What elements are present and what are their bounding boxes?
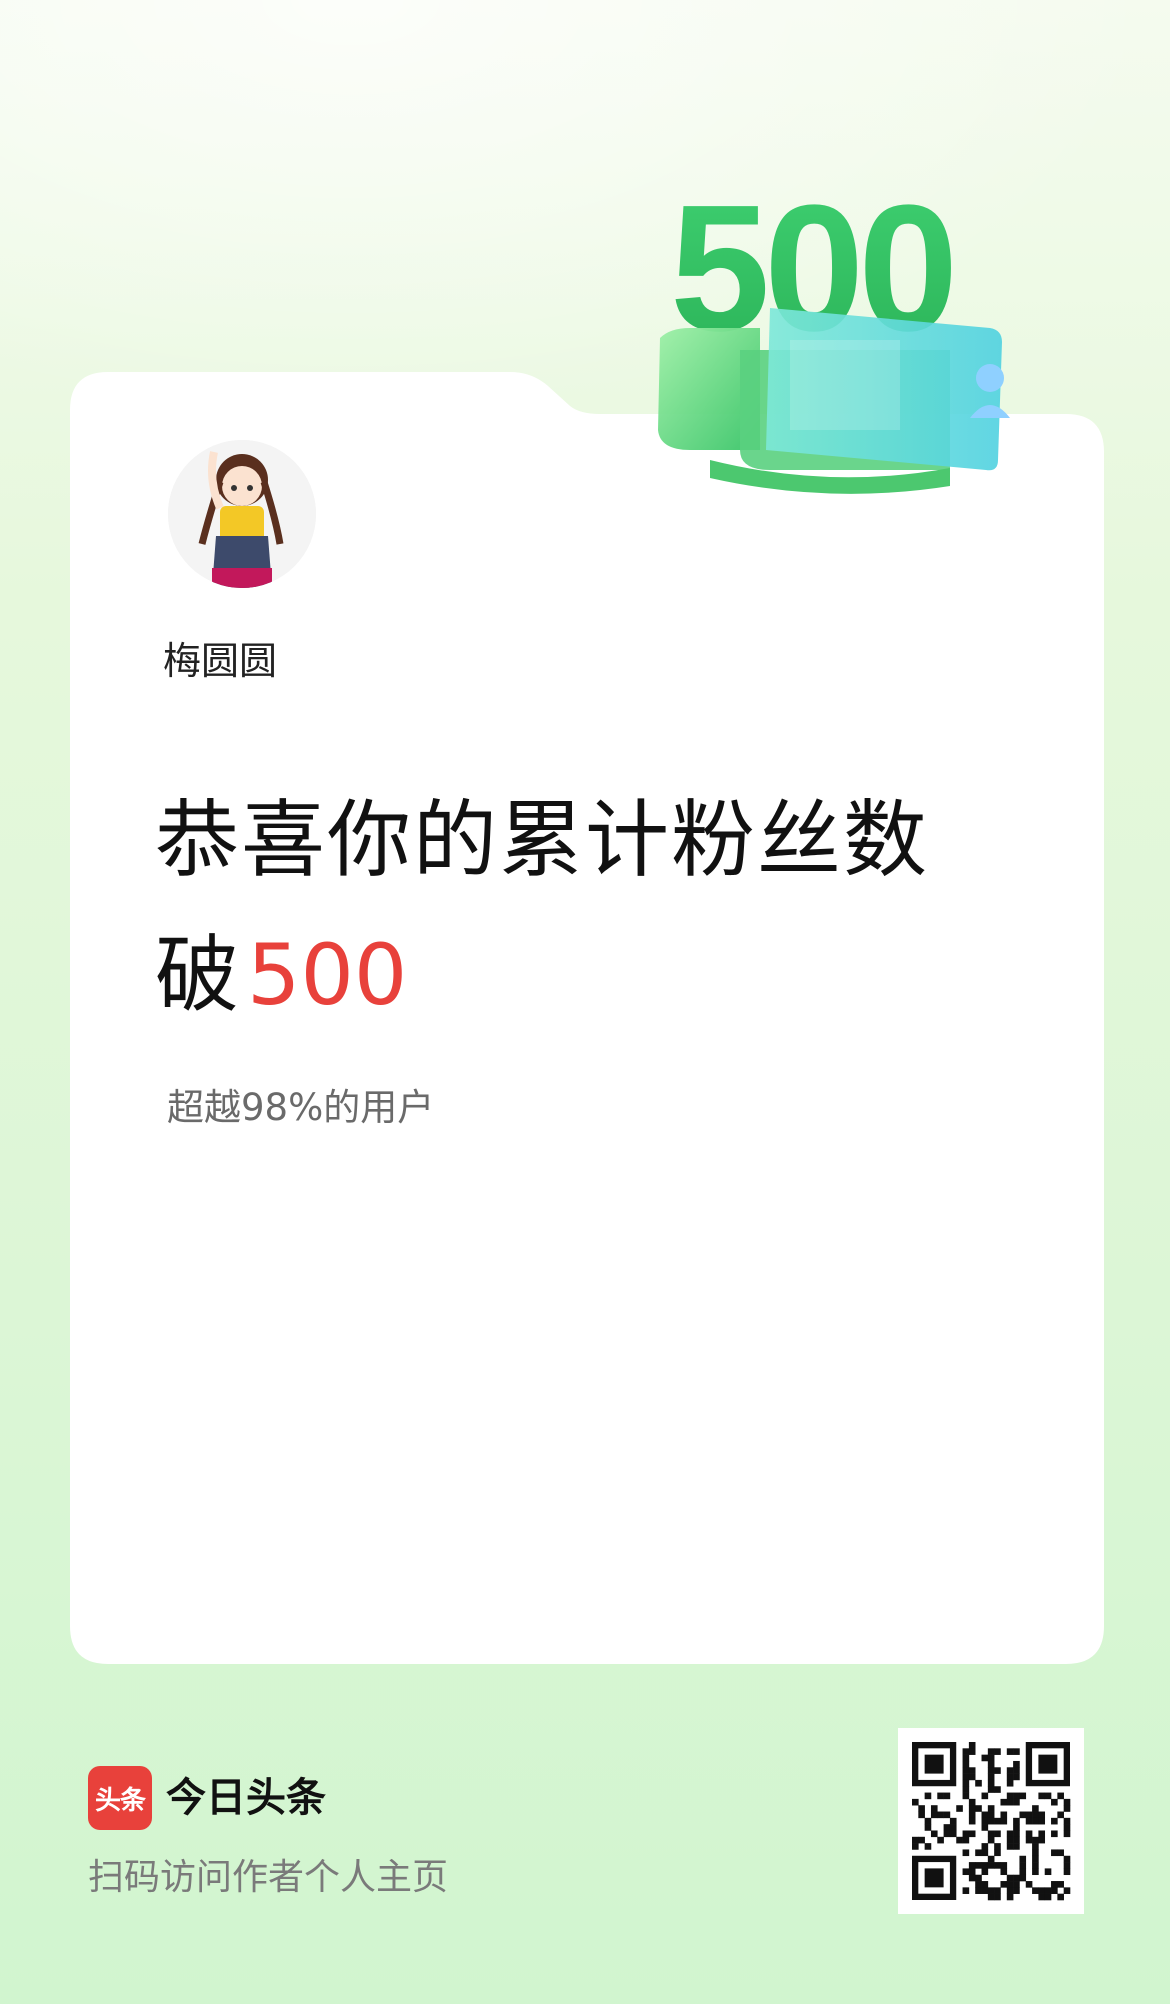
username: 梅圆圆	[163, 639, 278, 683]
avatar[interactable]	[168, 440, 316, 588]
headline-prefix: 破	[155, 926, 240, 1024]
fans-500-badge-icon: 500	[650, 160, 1020, 500]
qr-code-icon	[912, 1742, 1071, 1901]
girl-avatar-icon	[168, 440, 316, 588]
scan-hint: 扫码访问作者个人主页	[88, 1857, 449, 1898]
qr-code[interactable]	[898, 1728, 1084, 1914]
toutiao-logo: 头条	[88, 1766, 152, 1830]
headline-line-2: 破500	[155, 925, 407, 1025]
brand-name: 今日头条	[166, 1775, 326, 1821]
headline-line-1: 恭喜你的累计粉丝数	[155, 791, 930, 889]
rank-subtitle: 超越98%的用户	[167, 1086, 435, 1129]
fans-count: 500	[247, 926, 408, 1024]
